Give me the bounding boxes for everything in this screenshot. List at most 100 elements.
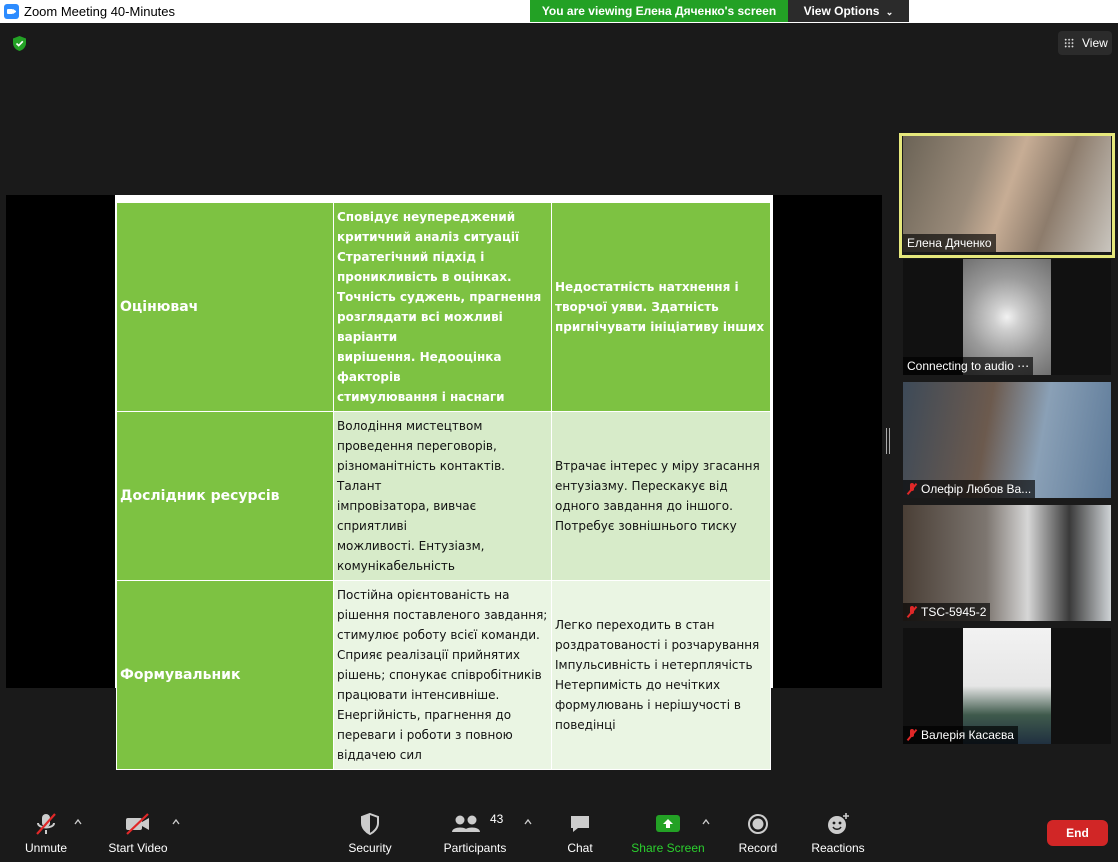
video-tile[interactable]: Олефір Любов Ва... <box>903 382 1111 498</box>
participants-count: 43 <box>490 812 504 826</box>
participant-name: TSC-5945-2 <box>903 603 991 621</box>
share-options-caret[interactable] <box>702 818 710 826</box>
cell-line: Потребує зовнішнього тиску <box>555 519 737 533</box>
cell-line: Легко переходить в стан <box>555 618 715 632</box>
chat-button[interactable]: Chat <box>560 812 600 855</box>
cell-line: віддачею сил <box>337 748 422 762</box>
reactions-smiley-icon <box>808 812 868 836</box>
video-tile[interactable]: TSC-5945-2 <box>903 505 1111 621</box>
cell-line: Нетерпимість до нечітких <box>555 678 721 692</box>
cell-line: комунікабельність <box>337 559 455 573</box>
cell-line: Енергійність, прагнення до <box>337 708 512 722</box>
chevron-down-icon: ⌄ <box>885 7 894 17</box>
audio-options-caret[interactable] <box>74 818 82 826</box>
share-screen-button[interactable]: Share Screen <box>630 812 706 855</box>
cell-line: критичний аналіз ситуації <box>337 230 520 244</box>
role-cell: Оцінювач <box>116 202 334 412</box>
video-options-caret[interactable] <box>172 818 180 826</box>
reactions-button[interactable]: Reactions <box>808 812 868 855</box>
cell-line: проведення переговорів, <box>337 439 497 453</box>
zoom-app-icon <box>4 4 19 19</box>
start-video-label: Start Video <box>108 841 168 855</box>
participant-name: Connecting to audio ⋯ <box>903 357 1034 375</box>
role-cell: Формувальник <box>116 580 334 770</box>
video-tile[interactable]: Елена Дяченко <box>903 136 1111 252</box>
muted-mic-icon <box>20 812 72 836</box>
participant-name: Валерія Касаєва <box>903 726 1018 744</box>
cell-line: Сприяє реалізації прийнятих <box>337 648 521 662</box>
participants-label: Participants <box>443 841 507 855</box>
cell-line: працювати інтенсивніше. <box>337 688 500 702</box>
cell-line: Постійна орієнтованість на <box>337 588 510 602</box>
view-options-button[interactable]: View Options ⌄ <box>788 0 909 22</box>
encryption-shield-icon[interactable] <box>11 35 28 52</box>
cell-line: рішень; спонукає співробітників <box>337 668 542 682</box>
cell-line: Сповідує неупереджений <box>337 210 516 224</box>
cell-line: розглядати всі можливі варіанти <box>337 310 503 344</box>
participants-icon: 43 <box>440 812 510 836</box>
window-title: Zoom Meeting 40-Minutes <box>24 4 176 19</box>
cell-line: ентузіазму. Перескакує від <box>555 479 728 493</box>
cell-line: формулювань і нерішучості в <box>555 698 741 712</box>
unmute-button[interactable]: Unmute <box>20 812 72 855</box>
grid-view-icon <box>1064 38 1074 48</box>
table-row: Оцінювач Сповідує неупереджений критични… <box>116 202 771 412</box>
muted-mic-icon <box>907 483 917 495</box>
cell-line: переваги і роботи з повною <box>337 728 513 742</box>
cell-line: одного завдання до іншого. <box>555 499 733 513</box>
video-off-icon <box>106 812 170 836</box>
strengths-cell: Сповідує неупереджений критичний аналіз … <box>333 202 552 412</box>
video-tile[interactable]: Валерія Касаєва <box>903 628 1111 744</box>
cell-line: поведінці <box>555 718 616 732</box>
cell-line: Володіння мистецтвом <box>337 419 483 433</box>
cell-line: різноманітність контактів. Талант <box>337 459 505 493</box>
table-row: Формувальник Постійна орієнтованість на … <box>116 580 771 770</box>
cell-line: творчої уяви. Здатність <box>555 300 719 314</box>
table-row: Дослідник ресурсів Володіння мистецтвом … <box>116 411 771 581</box>
participant-name: Олефір Любов Ва... <box>903 480 1036 498</box>
cell-line: Втрачає інтерес у міру згасання <box>555 459 760 473</box>
cell-line: роздратованості і розчарування <box>555 638 760 652</box>
end-meeting-button[interactable]: End <box>1047 820 1108 846</box>
share-screen-label: Share Screen <box>631 841 705 855</box>
security-label: Security <box>348 841 392 855</box>
record-label: Record <box>738 841 778 855</box>
panel-resize-handle[interactable] <box>886 428 890 454</box>
participant-name: Елена Дяченко <box>903 234 996 252</box>
cell-line: рішення поставленого завдання; <box>337 608 548 622</box>
view-button-label: View <box>1082 36 1108 50</box>
cell-line: вирішення. Недооцінка факторів <box>337 350 502 384</box>
unmute-label: Unmute <box>24 841 68 855</box>
cell-line: стимулює роботу всієї команди. <box>337 628 540 642</box>
cell-line: імпровізатора, вивчає сприятливі <box>337 499 477 533</box>
strengths-cell: Постійна орієнтованість на рішення поста… <box>333 580 552 770</box>
chat-bubble-icon <box>560 812 600 836</box>
cell-line: можливості. Ентузіазм, <box>337 539 485 553</box>
start-video-button[interactable]: Start Video <box>106 812 170 855</box>
record-icon <box>736 812 780 836</box>
role-cell: Дослідник ресурсів <box>116 411 334 581</box>
view-layout-button[interactable]: View <box>1058 31 1112 55</box>
chat-label: Chat <box>567 841 593 855</box>
cell-line: Стратегічний підхід і <box>337 250 485 264</box>
weaknesses-cell: Легко переходить в стан роздратованості … <box>551 580 771 770</box>
weaknesses-cell: Недостатність натхнення і творчої уяви. … <box>551 202 771 412</box>
security-shield-icon <box>345 812 395 836</box>
participants-options-caret[interactable] <box>524 818 532 826</box>
reactions-label: Reactions <box>811 841 865 855</box>
viewing-screen-banner: You are viewing Елена Дяченко's screen <box>530 0 788 22</box>
cell-line: Імпульсивність і нетерплячість <box>555 658 753 672</box>
muted-mic-icon <box>907 729 917 741</box>
slide-table: Оцінювач Сповідує неупереджений критични… <box>116 202 771 770</box>
cell-line: Точність суджень, прагнення <box>337 290 542 304</box>
participants-button[interactable]: 43 Participants <box>440 812 510 855</box>
record-button[interactable]: Record <box>736 812 780 855</box>
cell-line: проникливість в оцінках. <box>337 270 512 284</box>
cell-line: пригнічувати ініціативу інших <box>555 320 765 334</box>
view-options-label: View Options <box>803 4 880 18</box>
video-tile[interactable]: Connecting to audio ⋯ <box>903 259 1111 375</box>
security-button[interactable]: Security <box>345 812 395 855</box>
cell-line: стимулювання і наснаги <box>337 390 505 404</box>
muted-mic-icon <box>907 606 917 618</box>
cell-line: Недостатність натхнення і <box>555 280 739 294</box>
